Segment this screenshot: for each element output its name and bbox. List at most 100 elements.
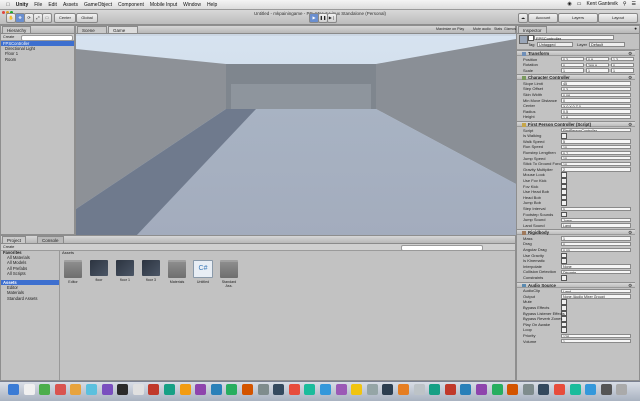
field-value-input[interactable]: X 0 Y 0 Z 0 [561,103,631,109]
field-x-input[interactable]: 0.3 [561,57,584,62]
dock-app-icon[interactable] [616,384,628,395]
wifi-icon[interactable]: ◉ [567,1,571,7]
dock-app-icon[interactable] [522,384,534,395]
dock-app-icon[interactable] [164,384,175,395]
dock-app-icon[interactable] [304,384,316,395]
asset-item[interactable]: floor [88,260,110,282]
dock-app-icon[interactable] [585,384,597,395]
game-viewport[interactable] [76,34,516,236]
layer-dropdown[interactable]: Default [589,42,625,47]
field-value-input[interactable]: 2 [561,167,631,172]
field-z-input[interactable]: 1.3 [611,57,634,62]
asset-item[interactable]: Materials [166,260,188,284]
hierarchy-item[interactable]: Room [1,57,74,62]
apple-menu-icon[interactable]:  [6,2,10,8]
field-value-input[interactable]: 0.3 [561,87,631,92]
menu-component[interactable]: Component [118,2,144,8]
component-header-fps-controller[interactable]: First Person Controller (Script) ⚙ [517,121,635,127]
asset-item[interactable]: floor 1 [114,260,136,282]
dock-app-icon[interactable] [195,384,207,395]
dock-app-icon[interactable] [476,384,487,395]
close-window-icon[interactable] [2,11,5,14]
tab-inspector[interactable]: Inspector [518,26,547,33]
field-value-input[interactable]: 0.08 [561,92,631,97]
dock-app-icon[interactable] [288,384,300,395]
component-header-transform[interactable]: Transform ⚙ [517,50,635,56]
dock-app-icon[interactable] [226,384,238,395]
menu-help[interactable]: Help [207,2,217,8]
project-breadcrumb[interactable]: Assets [62,250,74,255]
rect-tool-icon[interactable]: □ [42,13,52,23]
stats-toggle[interactable]: Stats [494,27,502,31]
field-value-input[interactable]: 0 [561,242,631,247]
hierarchy-create-button[interactable]: Create [3,34,14,40]
search-icon[interactable]: ⚲ [623,1,627,7]
gizmos-dropdown[interactable]: Gizmos [504,27,516,31]
dock-app-icon[interactable] [366,384,378,395]
dock-app-icon[interactable] [242,384,253,395]
field-value-input[interactable]: Discrete [561,270,631,275]
component-header-audio-source[interactable]: Audio Source ⚙ [517,281,635,288]
object-name-field[interactable]: FPSController [534,35,614,41]
field-value-input[interactable]: Land [561,288,631,294]
menu-window[interactable]: Window [183,2,201,8]
field-x-input[interactable]: 1 [561,68,584,73]
tab-project[interactable]: Project [2,236,27,243]
dock-app-icon[interactable] [148,384,160,395]
menu-gameobject[interactable]: GameObject [84,2,112,8]
dock-app-icon[interactable] [86,384,97,395]
field-value-input[interactable]: FirstPersonController [561,128,631,133]
hierarchy-search-input[interactable] [21,35,73,41]
dock-app-icon[interactable] [54,384,66,395]
layout-dropdown[interactable]: Layout [598,13,638,23]
global-local-button[interactable]: Global [76,13,98,23]
field-y-input[interactable]: 1 [586,68,609,73]
field-value-input[interactable]: Jump [561,217,631,223]
asset-item[interactable]: Editor [62,260,84,284]
menu-mobile-input[interactable]: Mobile Input [150,2,177,8]
field-value-input[interactable]: 1.8 [561,115,631,120]
asset-item[interactable]: Standard Ass. [218,260,240,288]
dock-app-icon[interactable] [554,384,565,395]
field-z-input[interactable]: 0 [611,62,634,68]
menu-file[interactable]: File [34,2,42,8]
dock-app-icon[interactable] [398,384,409,395]
tab-game[interactable]: Game [108,26,138,33]
field-value-input[interactable]: 0.7 [561,150,631,155]
dock-app-icon[interactable] [210,384,222,395]
lock-icon[interactable]: ● [634,26,637,31]
field-value-input[interactable]: 1 [561,339,631,344]
dock-app-icon[interactable] [273,384,285,395]
dock-app-icon[interactable] [132,384,144,395]
field-value-input[interactable]: 1 [561,236,631,241]
mute-audio-toggle[interactable]: Mute audio [473,27,491,31]
pivot-center-button[interactable]: Center [54,13,76,23]
field-value-input[interactable]: 0.5 [561,109,631,114]
dock-app-icon[interactable] [444,384,456,395]
field-value-input[interactable]: 0 [561,98,631,103]
dock-app-icon[interactable] [569,384,581,395]
dock-app-icon[interactable] [600,384,612,395]
user-name[interactable]: Kent Gantevik [586,1,617,7]
dock-app-icon[interactable] [413,384,425,395]
dock-app-icon[interactable] [39,384,51,395]
battery-icon[interactable]: ▭ [577,1,582,7]
field-checkbox[interactable] [561,275,567,281]
dock-app-icon[interactable] [491,384,503,395]
account-dropdown[interactable]: Account [528,13,558,23]
component-header-character-controller[interactable]: Character Controller ⚙ [517,74,635,81]
field-value-input[interactable]: 10 [561,156,631,161]
field-y-input[interactable]: 0.9 [586,57,609,62]
asset-item[interactable]: C# Untitled [192,260,214,284]
dock-app-icon[interactable] [382,384,394,395]
field-x-input[interactable]: 0 [561,62,584,68]
tab-hierarchy[interactable]: Hierarchy [2,26,32,33]
project-search-input[interactable] [401,245,483,251]
dock-app-icon[interactable] [335,384,347,395]
asset-item[interactable]: floor 3 [140,260,162,282]
list-icon[interactable]: ☰ [632,1,636,7]
menu-edit[interactable]: Edit [48,2,57,8]
field-value-input[interactable]: 5 [561,139,631,144]
dock-app-icon[interactable] [101,384,113,395]
dock-app-icon[interactable] [507,384,519,395]
